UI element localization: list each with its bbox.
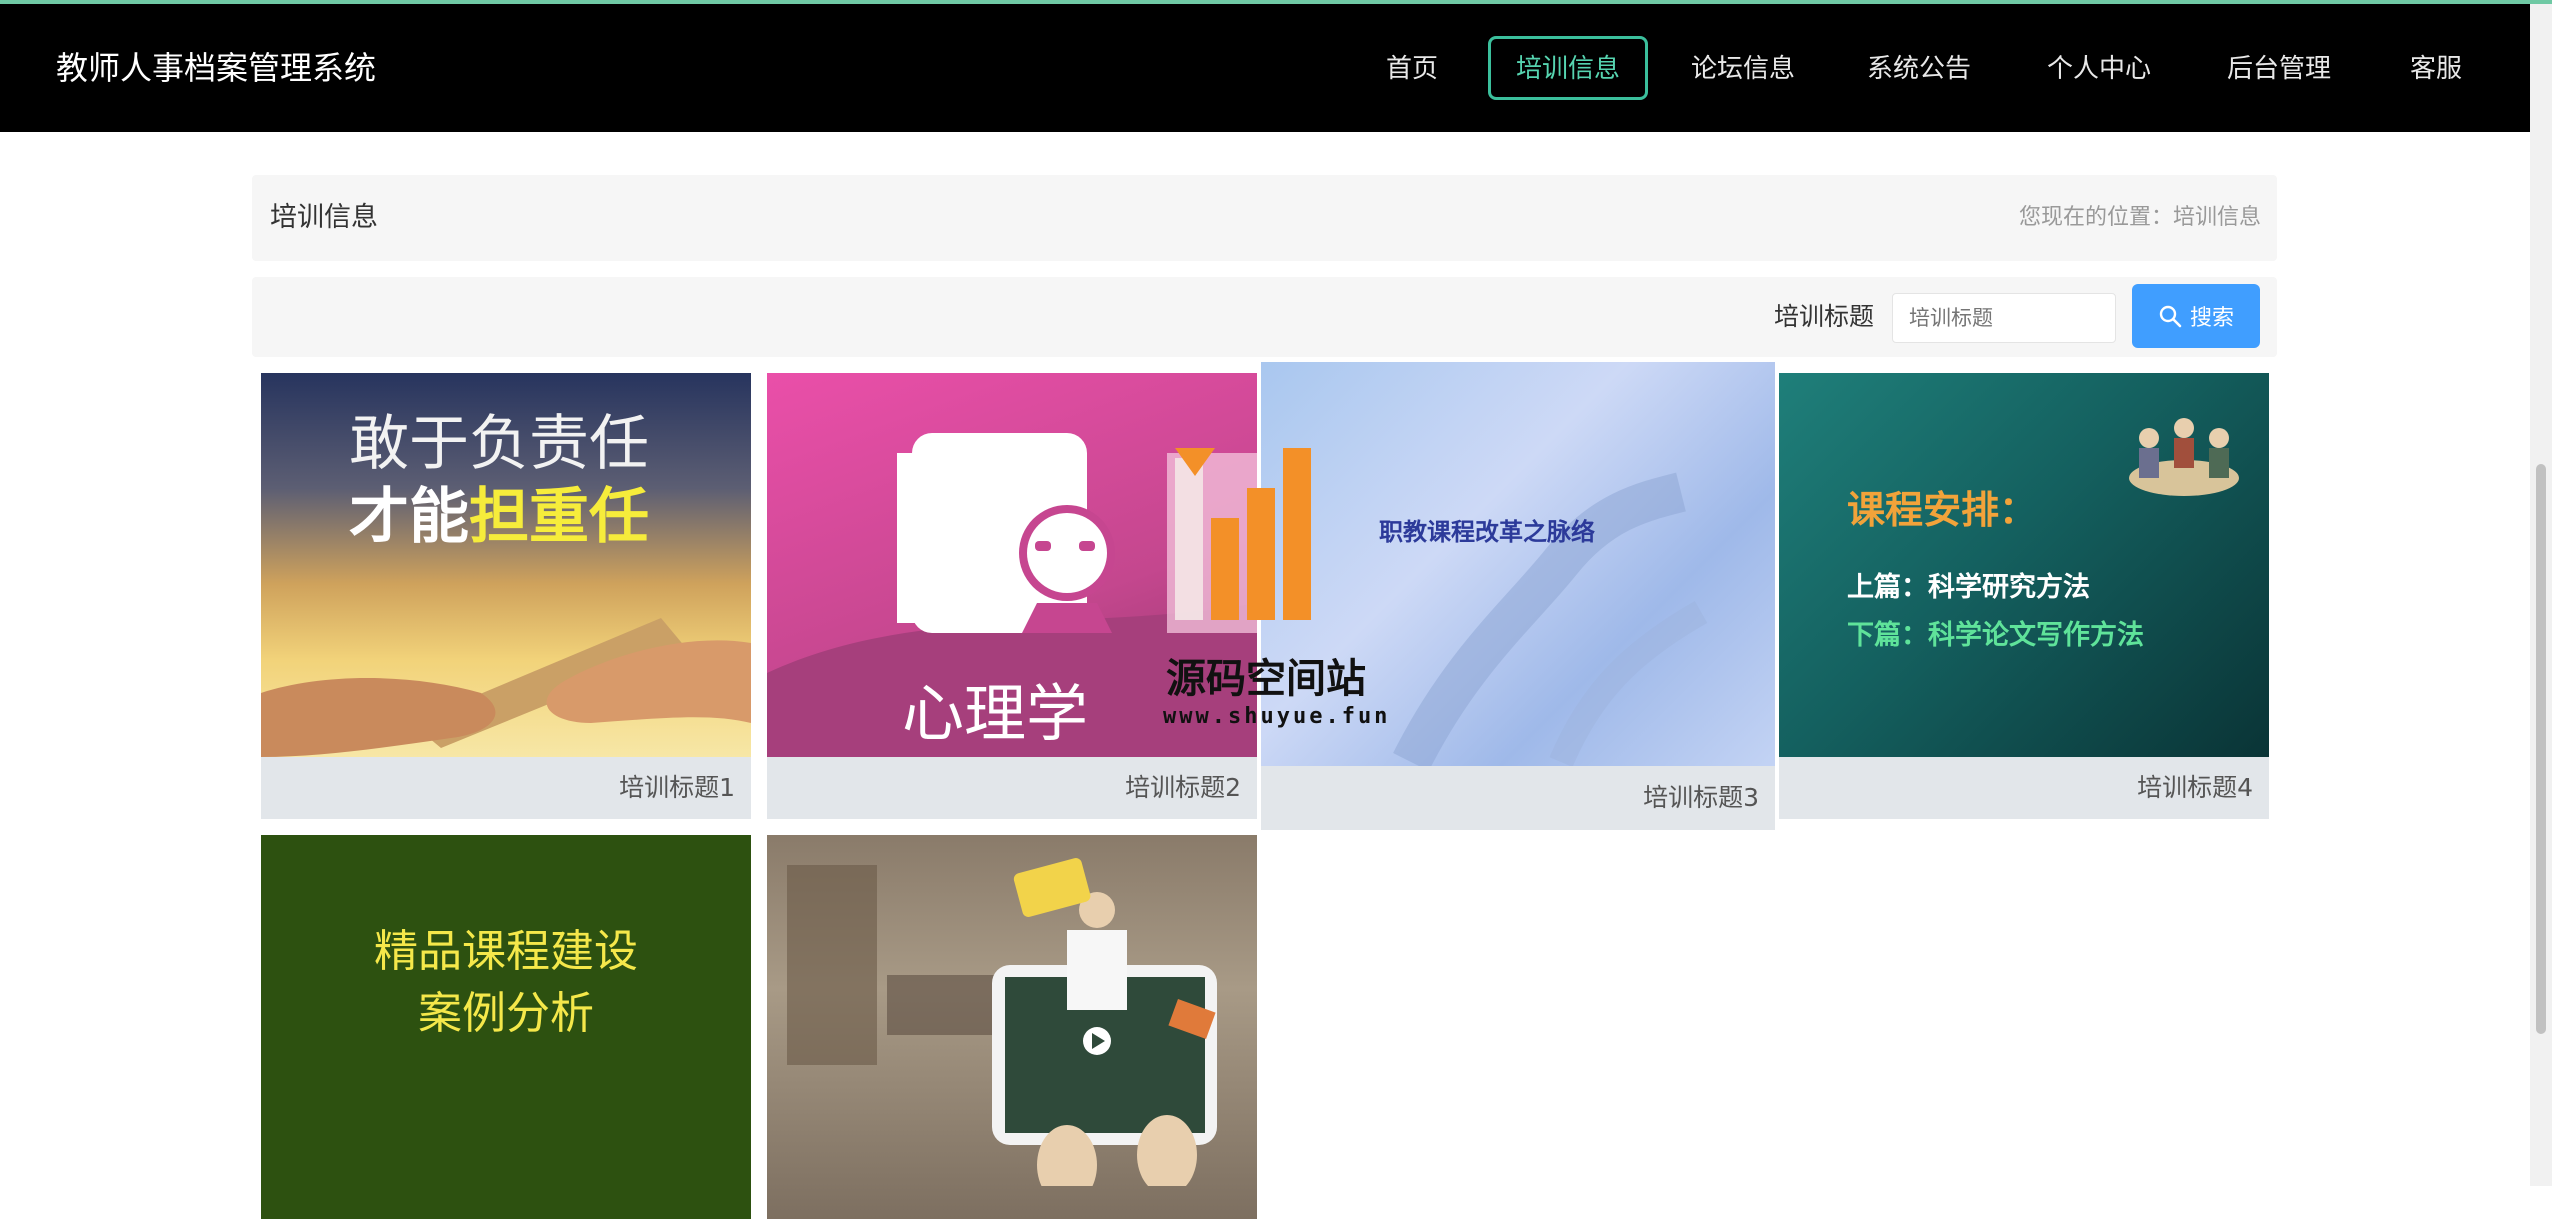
logo-bars-icon <box>1175 448 1311 620</box>
image-text-line: 上篇：科学研究方法 <box>1847 572 2090 603</box>
site-title: 教师人事档案管理系统 <box>56 49 377 87</box>
nav-item-training[interactable]: 培训信息 <box>1488 36 1648 100</box>
training-card-6[interactable] <box>767 835 1257 1219</box>
handshake-illustration <box>261 618 751 757</box>
card-title[interactable]: 培训标题2 <box>1125 757 1241 819</box>
meeting-people-illustration <box>2129 418 2239 496</box>
search-bar: 培训标题 搜索 <box>252 277 2277 357</box>
training-image-5[interactable]: 精品课程建设 案例分析 <box>261 835 751 1219</box>
search-button[interactable]: 搜索 <box>2132 284 2260 348</box>
page-scrollbar[interactable] <box>2530 4 2552 1186</box>
training-image-1[interactable]: 敢于负责任 才能担重任 <box>261 373 751 757</box>
card-title[interactable]: 培训标题3 <box>1643 766 1759 830</box>
tablet-teacher-illustration <box>787 858 1217 1186</box>
training-image-4[interactable]: 课程安排： 上篇：科学研究方法 下篇：科学论文写作方法 <box>1779 373 2269 757</box>
nav-item-forum[interactable]: 论坛信息 <box>1680 36 1806 100</box>
image-text-line: 下篇：科学论文写作方法 <box>1847 620 2144 651</box>
search-button-label: 搜索 <box>2189 305 2234 330</box>
nav-item-service[interactable]: 客服 <box>2398 36 2474 100</box>
card-title[interactable]: 培训标题1 <box>619 757 735 819</box>
location-text: 您现在的位置：培训信息 <box>2019 175 2261 261</box>
image-text-line: 职教课程改革之脉络 <box>1379 517 1595 546</box>
page-title: 培训信息 <box>270 202 378 233</box>
image-text-line: 心理学 <box>902 677 1089 750</box>
scrollbar-thumb[interactable] <box>2536 464 2546 1034</box>
search-input[interactable] <box>1892 293 2116 343</box>
nav-item-home[interactable]: 首页 <box>1368 36 1456 100</box>
image-text-line: 精品课程建设 <box>374 926 638 977</box>
search-label: 培训标题 <box>1774 302 1875 331</box>
training-card-1[interactable]: 敢于负责任 才能担重任 培训标题1 <box>261 373 751 819</box>
location-prefix: 您现在的位置： <box>2018 205 2173 230</box>
search-icon <box>2159 305 2182 328</box>
image-text-line: 课程安排： <box>1847 488 2038 532</box>
training-card-5[interactable]: 精品课程建设 案例分析 <box>261 835 751 1219</box>
location-current[interactable]: 培训信息 <box>2173 205 2261 230</box>
breadcrumb: 培训信息 您现在的位置：培训信息 <box>252 175 2277 261</box>
training-image-6[interactable] <box>767 835 1257 1219</box>
top-navbar: 教师人事档案管理系统 首页 培训信息 论坛信息 系统公告 个人中心 后台管理 客… <box>0 4 2530 132</box>
nav-item-profile[interactable]: 个人中心 <box>2036 36 2162 100</box>
training-card-4[interactable]: 课程安排： 上篇：科学研究方法 下篇：科学论文写作方法 培训标题4 <box>1779 373 2269 819</box>
nav-item-admin[interactable]: 后台管理 <box>2216 36 2342 100</box>
image-text-line: 案例分析 <box>418 988 594 1039</box>
watermark-url: www.shuyue.fun <box>1163 704 1391 729</box>
card-title[interactable]: 培训标题4 <box>2137 757 2253 819</box>
watermark-name: 源码空间站 <box>1166 656 1366 702</box>
nav-item-notice[interactable]: 系统公告 <box>1856 36 1982 100</box>
